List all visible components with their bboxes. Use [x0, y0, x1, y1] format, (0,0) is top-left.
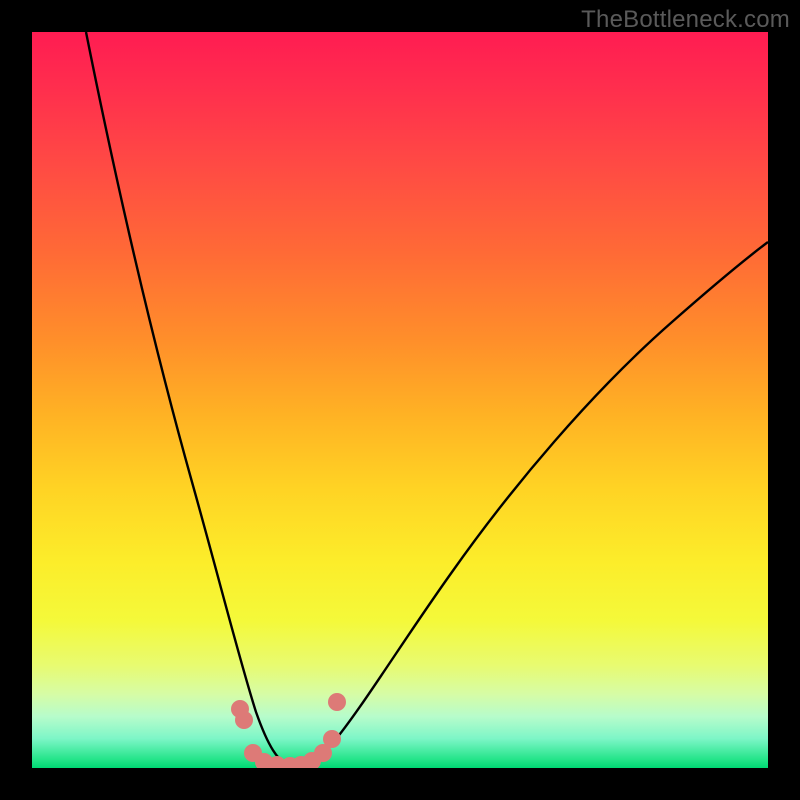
curve-left — [86, 32, 290, 766]
watermark-text: TheBottleneck.com — [581, 6, 790, 34]
marker-dot — [328, 693, 346, 711]
marker-dot — [235, 711, 253, 729]
chart-svg — [32, 32, 768, 768]
curve-right — [290, 242, 768, 766]
outer-frame: TheBottleneck.com — [0, 0, 800, 800]
plot-area — [32, 32, 768, 768]
marker-dot — [323, 730, 341, 748]
